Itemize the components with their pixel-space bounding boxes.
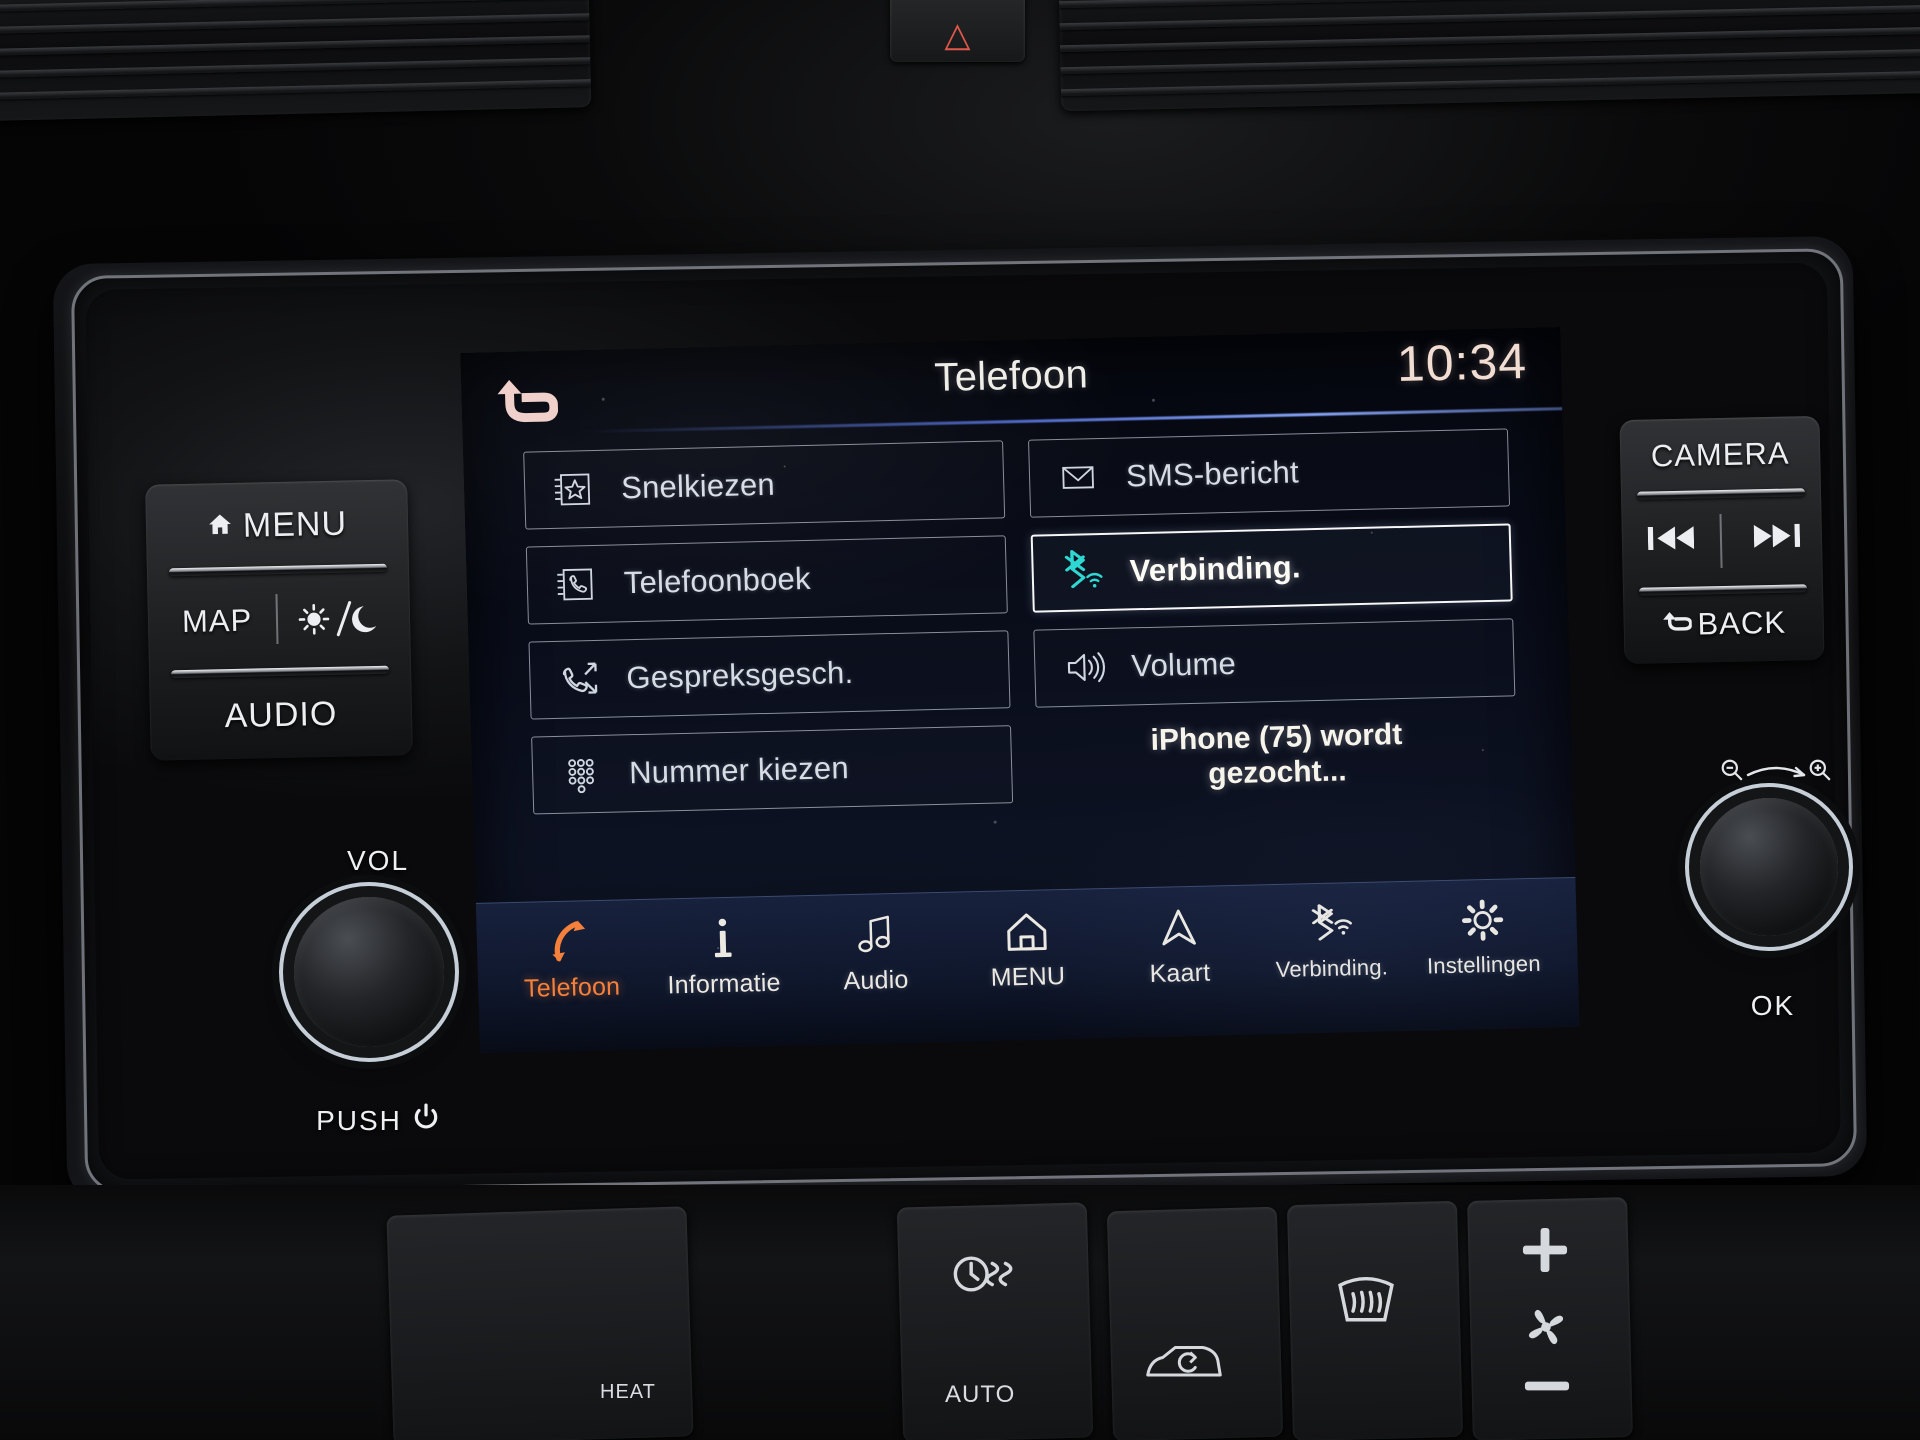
phone-handset-icon xyxy=(545,915,596,968)
nav-label: Telefoon xyxy=(523,972,621,1003)
speaker-volume-icon xyxy=(1035,643,1132,691)
tile-sms-bericht[interactable]: SMS-bericht xyxy=(1028,428,1511,518)
recirculation-panel[interactable] xyxy=(1106,1206,1284,1440)
tile-label: Gespreksgesch. xyxy=(626,654,854,696)
nav-label: Audio xyxy=(843,965,909,996)
menu-column-right: SMS-bericht Verbinding. Volume xyxy=(1028,428,1516,724)
bluetooth-wifi-icon xyxy=(1033,548,1130,596)
hard-button-block-left: MENU MAP AUDIO xyxy=(145,479,413,761)
hazard-light-button[interactable]: △ xyxy=(890,0,1025,62)
nav-item-informatie[interactable]: Informatie xyxy=(647,910,799,1001)
home-house-icon xyxy=(207,510,234,542)
dashboard-scene: △ Telefoon 10:34 Snelkiezen Telefoonboek… xyxy=(0,0,1920,1440)
dialpad-icon xyxy=(533,752,630,796)
tile-nummer-kiezen[interactable]: Nummer kiezen xyxy=(531,725,1014,815)
air-recirculation-icon xyxy=(1140,1335,1228,1390)
nav-item-instellingen[interactable]: Instellingen xyxy=(1407,892,1559,980)
audio-hard-button-label: AUDIO xyxy=(224,694,338,735)
infotainment-screen[interactable]: Telefoon 10:34 Snelkiezen Telefoonboek G… xyxy=(460,327,1580,1053)
nav-label: Instellingen xyxy=(1426,950,1542,979)
nav-label: Verbinding. xyxy=(1275,954,1389,983)
climate-panel-left xyxy=(386,1206,694,1440)
nav-item-telefoon[interactable]: Telefoon xyxy=(495,914,647,1005)
ok-knob-label: OK xyxy=(1750,990,1796,1021)
zoom-indicator-row xyxy=(1676,752,1876,792)
back-arrow-icon xyxy=(1661,609,1693,641)
ok-knob-assembly: OK xyxy=(1658,752,1908,1042)
push-label: PUSH xyxy=(316,1104,402,1136)
sun-moon-icon xyxy=(298,596,385,647)
tile-snelkiezen[interactable]: Snelkiezen xyxy=(523,440,1006,530)
clock: 10:34 xyxy=(1396,332,1528,393)
menu-hard-button[interactable]: MENU xyxy=(145,479,409,570)
nav-label: Informatie xyxy=(667,968,782,1000)
map-hard-button-label: MAP xyxy=(181,602,253,640)
air-vent-left xyxy=(0,0,592,121)
envelope-icon xyxy=(1029,454,1126,500)
tile-gespreksgeschiedenis[interactable]: Gespreksgesch. xyxy=(528,630,1011,720)
climate-control-console: AUTO HEAT xyxy=(0,1185,1920,1440)
home-house-icon xyxy=(1002,904,1051,957)
hazard-triangle-icon: △ xyxy=(944,16,971,54)
rotate-arrow-icon xyxy=(1744,759,1808,786)
button-separator xyxy=(1719,514,1723,569)
auto-label: AUTO xyxy=(945,1381,1016,1408)
hard-button-block-right: CAMERA BACK xyxy=(1619,415,1825,665)
zoom-in-icon xyxy=(1808,758,1832,787)
vol-knob-bottom-row: PUSH xyxy=(248,1103,508,1138)
plus-icon xyxy=(1520,1225,1570,1280)
power-icon xyxy=(412,1103,440,1138)
camera-hard-button-label: CAMERA xyxy=(1650,435,1790,474)
tile-label: SMS-bericht xyxy=(1125,454,1300,494)
nav-item-kaart[interactable]: Kaart xyxy=(1103,900,1255,991)
nav-item-verbinding[interactable]: Verbinding. xyxy=(1255,896,1407,984)
minus-icon xyxy=(1522,1377,1572,1400)
audio-hard-button[interactable]: AUDIO xyxy=(149,669,413,760)
air-vent-right xyxy=(1058,0,1920,112)
tile-volume[interactable]: Volume xyxy=(1033,618,1516,708)
tile-label: Verbinding. xyxy=(1129,549,1302,589)
vol-knob-top-label: VOL xyxy=(346,845,410,876)
menu-column-left: Snelkiezen Telefoonboek Gespreksgesch. N… xyxy=(523,440,1014,831)
gear-settings-icon xyxy=(1459,894,1506,947)
tile-verbinding[interactable]: Verbinding. xyxy=(1030,523,1513,613)
tile-label: Volume xyxy=(1130,645,1237,684)
camera-hard-button[interactable]: CAMERA xyxy=(1619,416,1821,494)
nav-item-audio[interactable]: Audio xyxy=(799,907,951,998)
menu-hard-button-label: MENU xyxy=(242,504,348,545)
rear-defrost-icon xyxy=(1330,1265,1402,1342)
back-hard-button-label: BACK xyxy=(1697,604,1787,642)
tile-label: Nummer kiezen xyxy=(628,750,850,791)
nav-label: MENU xyxy=(990,962,1066,992)
call-history-icon xyxy=(530,655,627,703)
button-separator xyxy=(275,594,279,645)
ok-knob[interactable] xyxy=(1700,798,1838,936)
title-divider xyxy=(582,407,1563,434)
skip-next-icon[interactable] xyxy=(1753,520,1801,556)
zoom-out-icon xyxy=(1720,758,1744,787)
phonebook-icon xyxy=(527,561,624,607)
volume-knob[interactable] xyxy=(294,897,444,1047)
info-i-icon xyxy=(707,912,738,965)
music-note-icon xyxy=(851,908,898,961)
navigation-arrow-icon xyxy=(1155,901,1202,954)
tile-telefoonboek[interactable]: Telefoonboek xyxy=(525,535,1008,625)
connection-status-message: iPhone (75) wordt gezocht... xyxy=(1036,714,1518,795)
seat-heater-icon xyxy=(950,1245,1024,1308)
nav-item-menu[interactable]: MENU xyxy=(951,903,1103,994)
phone-menu-grid: Snelkiezen Telefoonboek Gespreksgesch. N… xyxy=(523,428,1520,891)
volume-knob-assembly: VOL PUSH xyxy=(248,845,508,1145)
tile-label: Snelkiezen xyxy=(620,466,776,506)
back-hard-button[interactable]: BACK xyxy=(1623,586,1824,662)
skip-previous-icon[interactable] xyxy=(1647,523,1695,559)
tile-label: Telefoonboek xyxy=(623,560,812,601)
map-daynight-hard-button[interactable]: MAP xyxy=(147,565,411,674)
bluetooth-wifi-icon xyxy=(1302,897,1359,950)
fan-icon xyxy=(1522,1303,1570,1356)
speed-dial-star-icon xyxy=(525,466,622,512)
nav-label: Kaart xyxy=(1149,958,1211,989)
bottom-navigation-bar: Telefoon Informatie Audio MENU Kaart Ver… xyxy=(475,876,1580,1053)
heat-label: HEAT xyxy=(600,1381,656,1403)
track-skip-hard-buttons[interactable] xyxy=(1621,490,1823,590)
